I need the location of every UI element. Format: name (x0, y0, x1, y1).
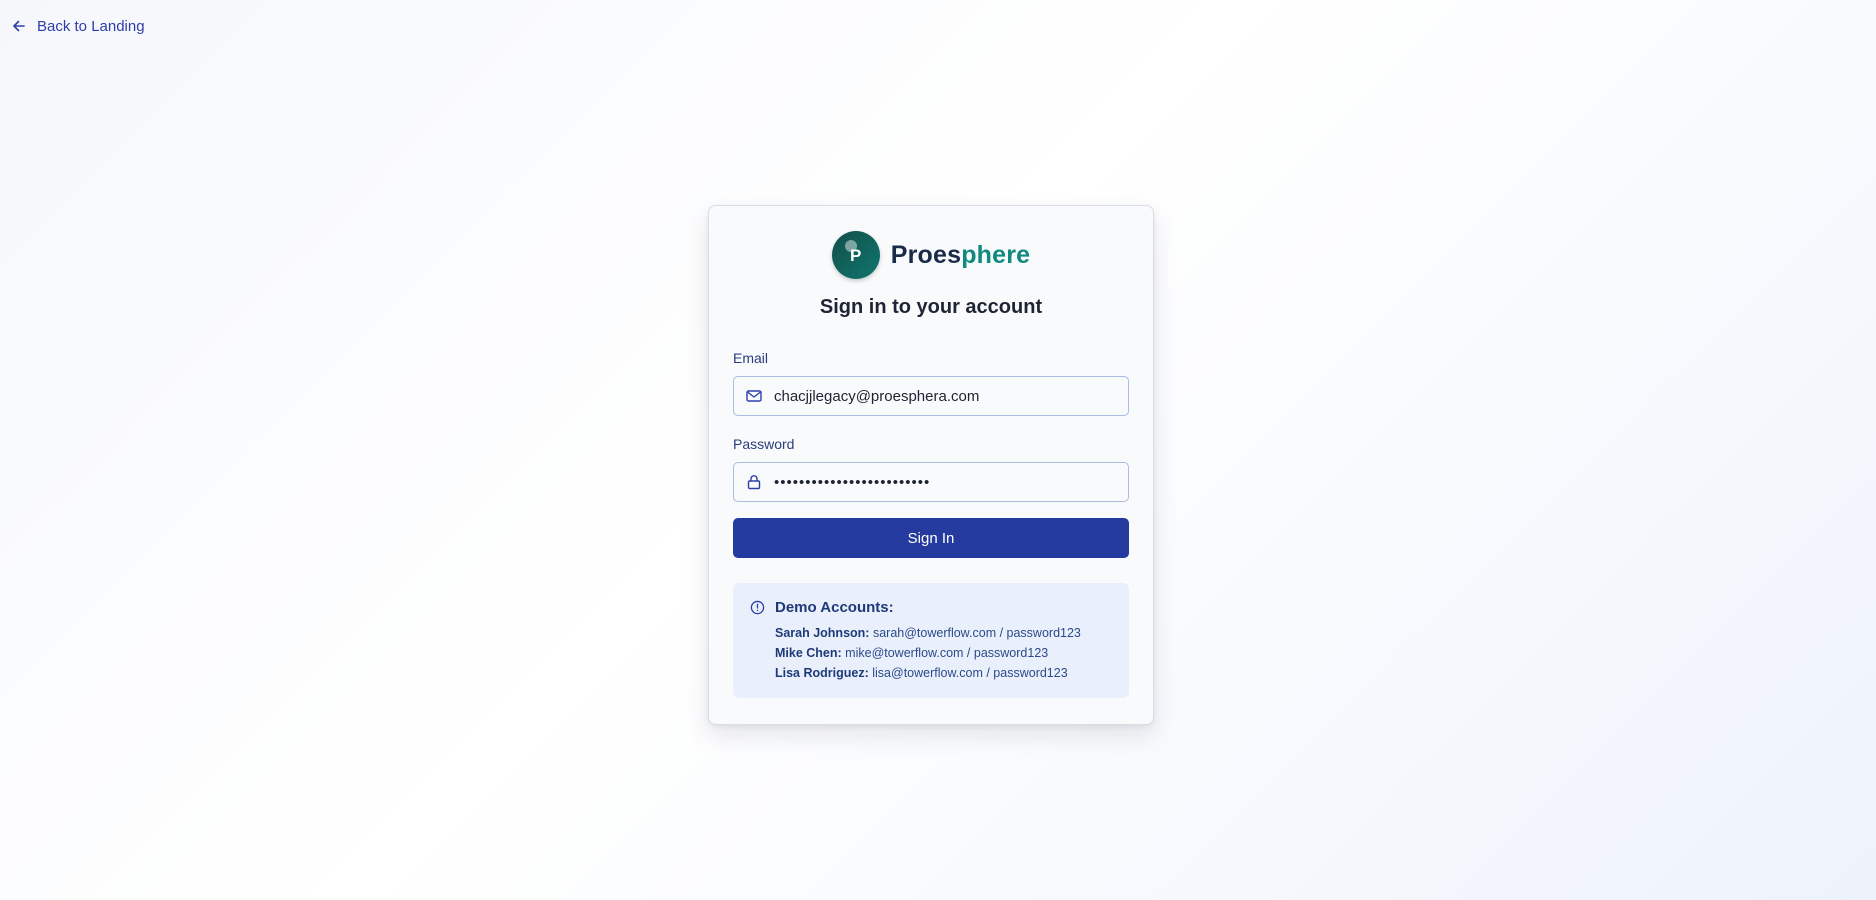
email-field-container[interactable] (733, 376, 1129, 416)
demo-account-name: Lisa Rodriguez: (775, 666, 869, 680)
password-label: Password (733, 436, 795, 452)
password-field[interactable] (774, 473, 1114, 491)
demo-accounts-box: Demo Accounts: Sarah Johnson: sarah@towe… (733, 583, 1129, 698)
demo-account-credentials: sarah@towerflow.com / password123 (872, 626, 1081, 640)
login-card: P Proesphere Sign in to your account Ema… (708, 205, 1154, 725)
logo-letter: P (850, 245, 862, 265)
demo-account-row: Lisa Rodriguez: lisa@towerflow.com / pas… (775, 663, 1113, 683)
email-label: Email (733, 350, 769, 366)
demo-account-name: Sarah Johnson: (775, 626, 870, 640)
demo-accounts-header: Demo Accounts: (749, 597, 1113, 617)
brand-header: P Proesphere (733, 230, 1129, 280)
demo-account-row: Mike Chen: mike@towerflow.com / password… (775, 643, 1113, 663)
brand-name: Proesphere (891, 241, 1031, 270)
back-link-label: Back to Landing (37, 17, 145, 35)
brand-logo: P (831, 231, 880, 279)
demo-account-row: Sarah Johnson: sarah@towerflow.com / pas… (775, 623, 1113, 643)
demo-account-name: Mike Chen: (775, 646, 842, 660)
password-field-container[interactable] (733, 462, 1129, 502)
back-to-landing-link[interactable]: Back to Landing (11, 15, 145, 37)
page-title: Sign in to your account (819, 296, 1043, 318)
demo-account-credentials: lisa@towerflow.com / password123 (872, 666, 1068, 680)
demo-accounts-list: Sarah Johnson: sarah@towerflow.com / pas… (775, 623, 1113, 683)
lock-icon (746, 474, 762, 490)
demo-account-credentials: mike@towerflow.com / password123 (845, 646, 1049, 660)
brand-name-part2: phere (961, 240, 1031, 269)
email-field[interactable] (774, 387, 1114, 405)
demo-accounts-title: Demo Accounts: (775, 598, 894, 616)
info-circle-icon (749, 599, 765, 615)
brand-name-part1: Proes (890, 240, 962, 269)
sign-in-button[interactable]: Sign In (733, 518, 1129, 558)
mail-icon (746, 388, 762, 404)
arrow-left-icon (11, 18, 27, 34)
